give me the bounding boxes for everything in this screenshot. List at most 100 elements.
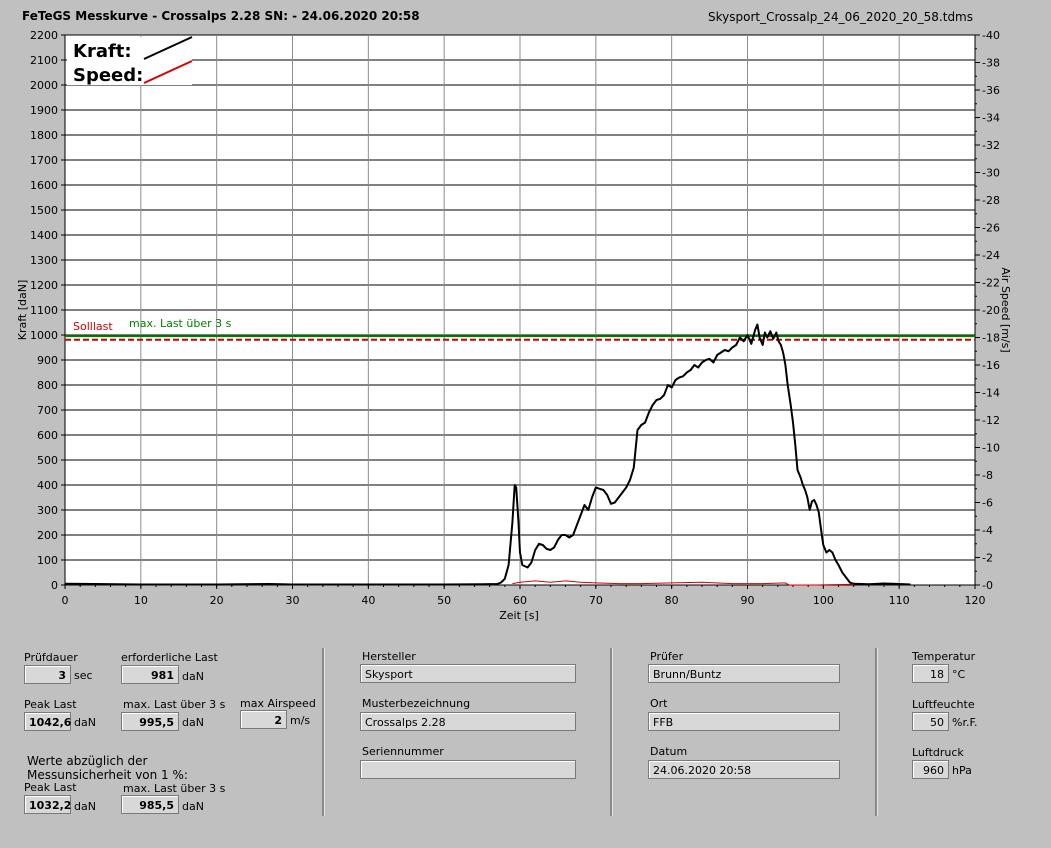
y-right-tick-label: -36 [982,84,1000,97]
force-speed-chart: 0100200300400500600700800900100011001200… [16,29,1012,622]
y-left-tick-label: 900 [37,354,58,367]
legend-label: Speed: [73,65,143,86]
x-tick-label: 0 [62,594,69,607]
pruefdauer-label: Prüfdauer [24,651,78,664]
y-right-tick-label: -22 [982,277,1000,290]
peak-last-label: Peak Last [24,698,77,711]
hersteller-field: Skysport [360,664,576,683]
serien-field [360,760,576,779]
y-right-tick-label: -8 [982,469,993,482]
y-left-tick-label: 2100 [30,54,58,67]
pruefer-label: Prüfer [650,650,684,663]
x-tick-label: 110 [889,594,910,607]
y-right-tick-label: -2 [982,552,993,565]
temperatur-label: Temperatur [912,650,976,663]
ort-label: Ort [650,697,668,710]
y-axis-right: -0 -2 -4 -6 -8 -10 -12 -14 -16 -18 -20 -22 -24 -26 -28… [975,29,1000,592]
hersteller-label: Hersteller [362,650,416,663]
y-right-tick-label: -30 [982,167,1000,180]
x-tick-label: 40 [361,594,375,607]
peak-last2-value: 1032,2 [24,795,71,814]
luftdruck-value: 960 [912,760,949,779]
y-right-tick-label: -18 [982,332,1000,345]
serien-label: Seriennummer [362,745,444,758]
reference-line-label: Solllast [73,320,113,333]
max-last2-unit: daN [182,800,204,813]
y-left-tick-label: 1600 [30,179,58,192]
max-last2-label: max. Last über 3 s [123,782,226,795]
luftdruck-unit: hPa [952,764,972,777]
y-right-tick-label: -20 [982,304,1000,317]
max-airspeed-value: 2 [240,710,287,729]
x-tick-label: 120 [965,594,986,607]
y-right-tick-label: -6 [982,497,993,510]
y-left-tick-label: 2000 [30,79,58,92]
y-left-tick-label: 600 [37,429,58,442]
y-left-tick-label: 2200 [30,29,58,42]
max-last-unit: daN [182,716,204,729]
max-airspeed-unit: m/s [290,714,311,727]
x-tick-label: 70 [589,594,603,607]
y-left-tick-label: 1200 [30,279,58,292]
luftfeuchte-label: Luftfeuchte [912,698,975,711]
max-last-label: max. Last über 3 s [123,698,226,711]
peak-last2-unit: daN [74,800,96,813]
x-tick-label: 30 [286,594,300,607]
y-right-tick-label: -16 [982,359,1000,372]
y-left-tick-label: 1800 [30,129,58,142]
luftfeuchte-unit: %r.F. [952,716,978,729]
y-left-tick-label: 800 [37,379,58,392]
y-left-tick-label: 1700 [30,154,58,167]
peak-last-value: 1042,6 [24,712,71,731]
x-tick-label: 80 [665,594,679,607]
erf-last-unit: daN [182,670,204,683]
x-tick-label: 90 [741,594,755,607]
x-tick-label: 10 [134,594,148,607]
y-right-tick-label: -40 [982,29,1000,42]
pruefdauer-unit: sec [74,669,93,682]
erf-last-value: 981 [121,665,179,684]
y-left-tick-label: 1000 [30,329,58,342]
luftdruck-label: Luftdruck [912,746,964,759]
panel-separator [322,648,325,816]
y-left-tick-label: 1100 [30,304,58,317]
x-tick-label: 100 [813,594,834,607]
y-left-tick-label: 100 [37,554,58,567]
muster-field: Crossalps 2.28 [360,712,576,731]
werte-note-line2: Messunsicherheit von 1 %: [27,768,188,782]
pruefer-field: Brunn/Buntz [648,664,840,683]
temperatur-value: 18 [912,664,949,683]
x-tick-label: 50 [437,594,451,607]
y-left-tick-label: 200 [37,529,58,542]
y-right-tick-label: -24 [982,249,1000,262]
y-right-tick-label: -26 [982,222,1000,235]
y-right-tick-label: -38 [982,57,1000,70]
legend-label: Kraft: [73,41,132,62]
erf-last-label: erforderliche Last [121,651,218,664]
peak-last2-label: Peak Last [24,781,77,794]
panel-separator [610,648,613,816]
y-left-tick-label: 400 [37,479,58,492]
reference-line-label: max. Last über 3 s [129,317,232,330]
x-tick-label: 60 [513,594,527,607]
luftfeuchte-value: 50 [912,712,949,731]
y-left-tick-label: 500 [37,454,58,467]
y-right-tick-label: -28 [982,194,1000,207]
y-left-tick-label: 700 [37,404,58,417]
y-axis-left: 0 100 200 300 400 500 600 700 800 900 1000 1100 1200… [30,29,65,592]
datum-field: 24.06.2020 20:58 [648,760,840,779]
x-tick-label: 20 [210,594,224,607]
y-right-tick-label: -14 [982,387,1000,400]
y-axis-left-label: Kraft [daN] [16,280,29,341]
y-axis-right-label: Air Speed [m/s] [999,267,1012,352]
y-left-tick-label: 0 [51,579,58,592]
muster-label: Musterbezeichnung [362,697,471,710]
y-left-tick-label: 1500 [30,204,58,217]
y-left-tick-label: 1400 [30,229,58,242]
panel-separator [875,648,878,816]
max-last2-value: 985,5 [121,795,179,814]
x-axis-label: Zeit [s] [499,609,538,622]
y-right-tick-label: -4 [982,524,993,537]
temperatur-unit: °C [952,668,966,681]
y-right-tick-label: -34 [982,112,1000,125]
